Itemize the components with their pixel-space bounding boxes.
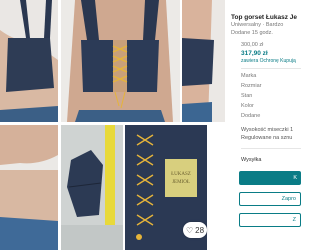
- photo-side-torso[interactable]: [0, 125, 58, 250]
- divider: [241, 148, 301, 149]
- like-button[interactable]: ♡ 28: [183, 222, 207, 238]
- photo-back-lacing[interactable]: [61, 0, 180, 122]
- listing-added-time: Dodane 15 godz.: [231, 30, 273, 36]
- svg-text:ŁUKASZ: ŁUKASZ: [171, 172, 191, 177]
- attribute-label-color: Kolor: [241, 103, 254, 109]
- listing-brand-size[interactable]: Uniwersalny · Bardzo: [231, 22, 283, 29]
- listing-details: Top gorset Łukasz Je Uniwersalny · Bardz…: [231, 0, 301, 250]
- attribute-label-brand: Marka: [241, 73, 257, 79]
- buyer-protection-link[interactable]: zawiera Ochronę Kupują: [241, 58, 296, 64]
- shipping-label: Wysyłka: [241, 157, 262, 163]
- listing-title: Top gorset Łukasz Je: [231, 14, 297, 21]
- photo-measure-tape[interactable]: [61, 125, 123, 250]
- price-original: 300,00 zł: [241, 42, 264, 48]
- make-offer-button[interactable]: Zapro: [239, 192, 301, 206]
- price-with-protection: 317,90 zł: [241, 50, 268, 57]
- description-line-2: Regulowane na sznu: [241, 135, 293, 141]
- message-seller-button[interactable]: Z: [239, 213, 301, 227]
- photo-front-partial[interactable]: [182, 0, 225, 122]
- attribute-label-condition: Stan: [241, 93, 253, 99]
- photo-front-torso[interactable]: [0, 0, 58, 122]
- divider: [241, 68, 301, 69]
- like-count: 28: [195, 225, 205, 235]
- description-line-1: Wysokość miseczki 1: [241, 127, 294, 133]
- heart-icon: ♡: [185, 225, 194, 235]
- buy-button[interactable]: K: [239, 171, 301, 185]
- attribute-label-added: Dodane: [241, 113, 261, 119]
- attribute-label-size: Rozmiar: [241, 83, 262, 89]
- svg-text:JEMIOŁ: JEMIOŁ: [172, 180, 190, 185]
- photo-gallery: ŁUKASZ JEMIOŁ ♡ 28: [0, 0, 225, 250]
